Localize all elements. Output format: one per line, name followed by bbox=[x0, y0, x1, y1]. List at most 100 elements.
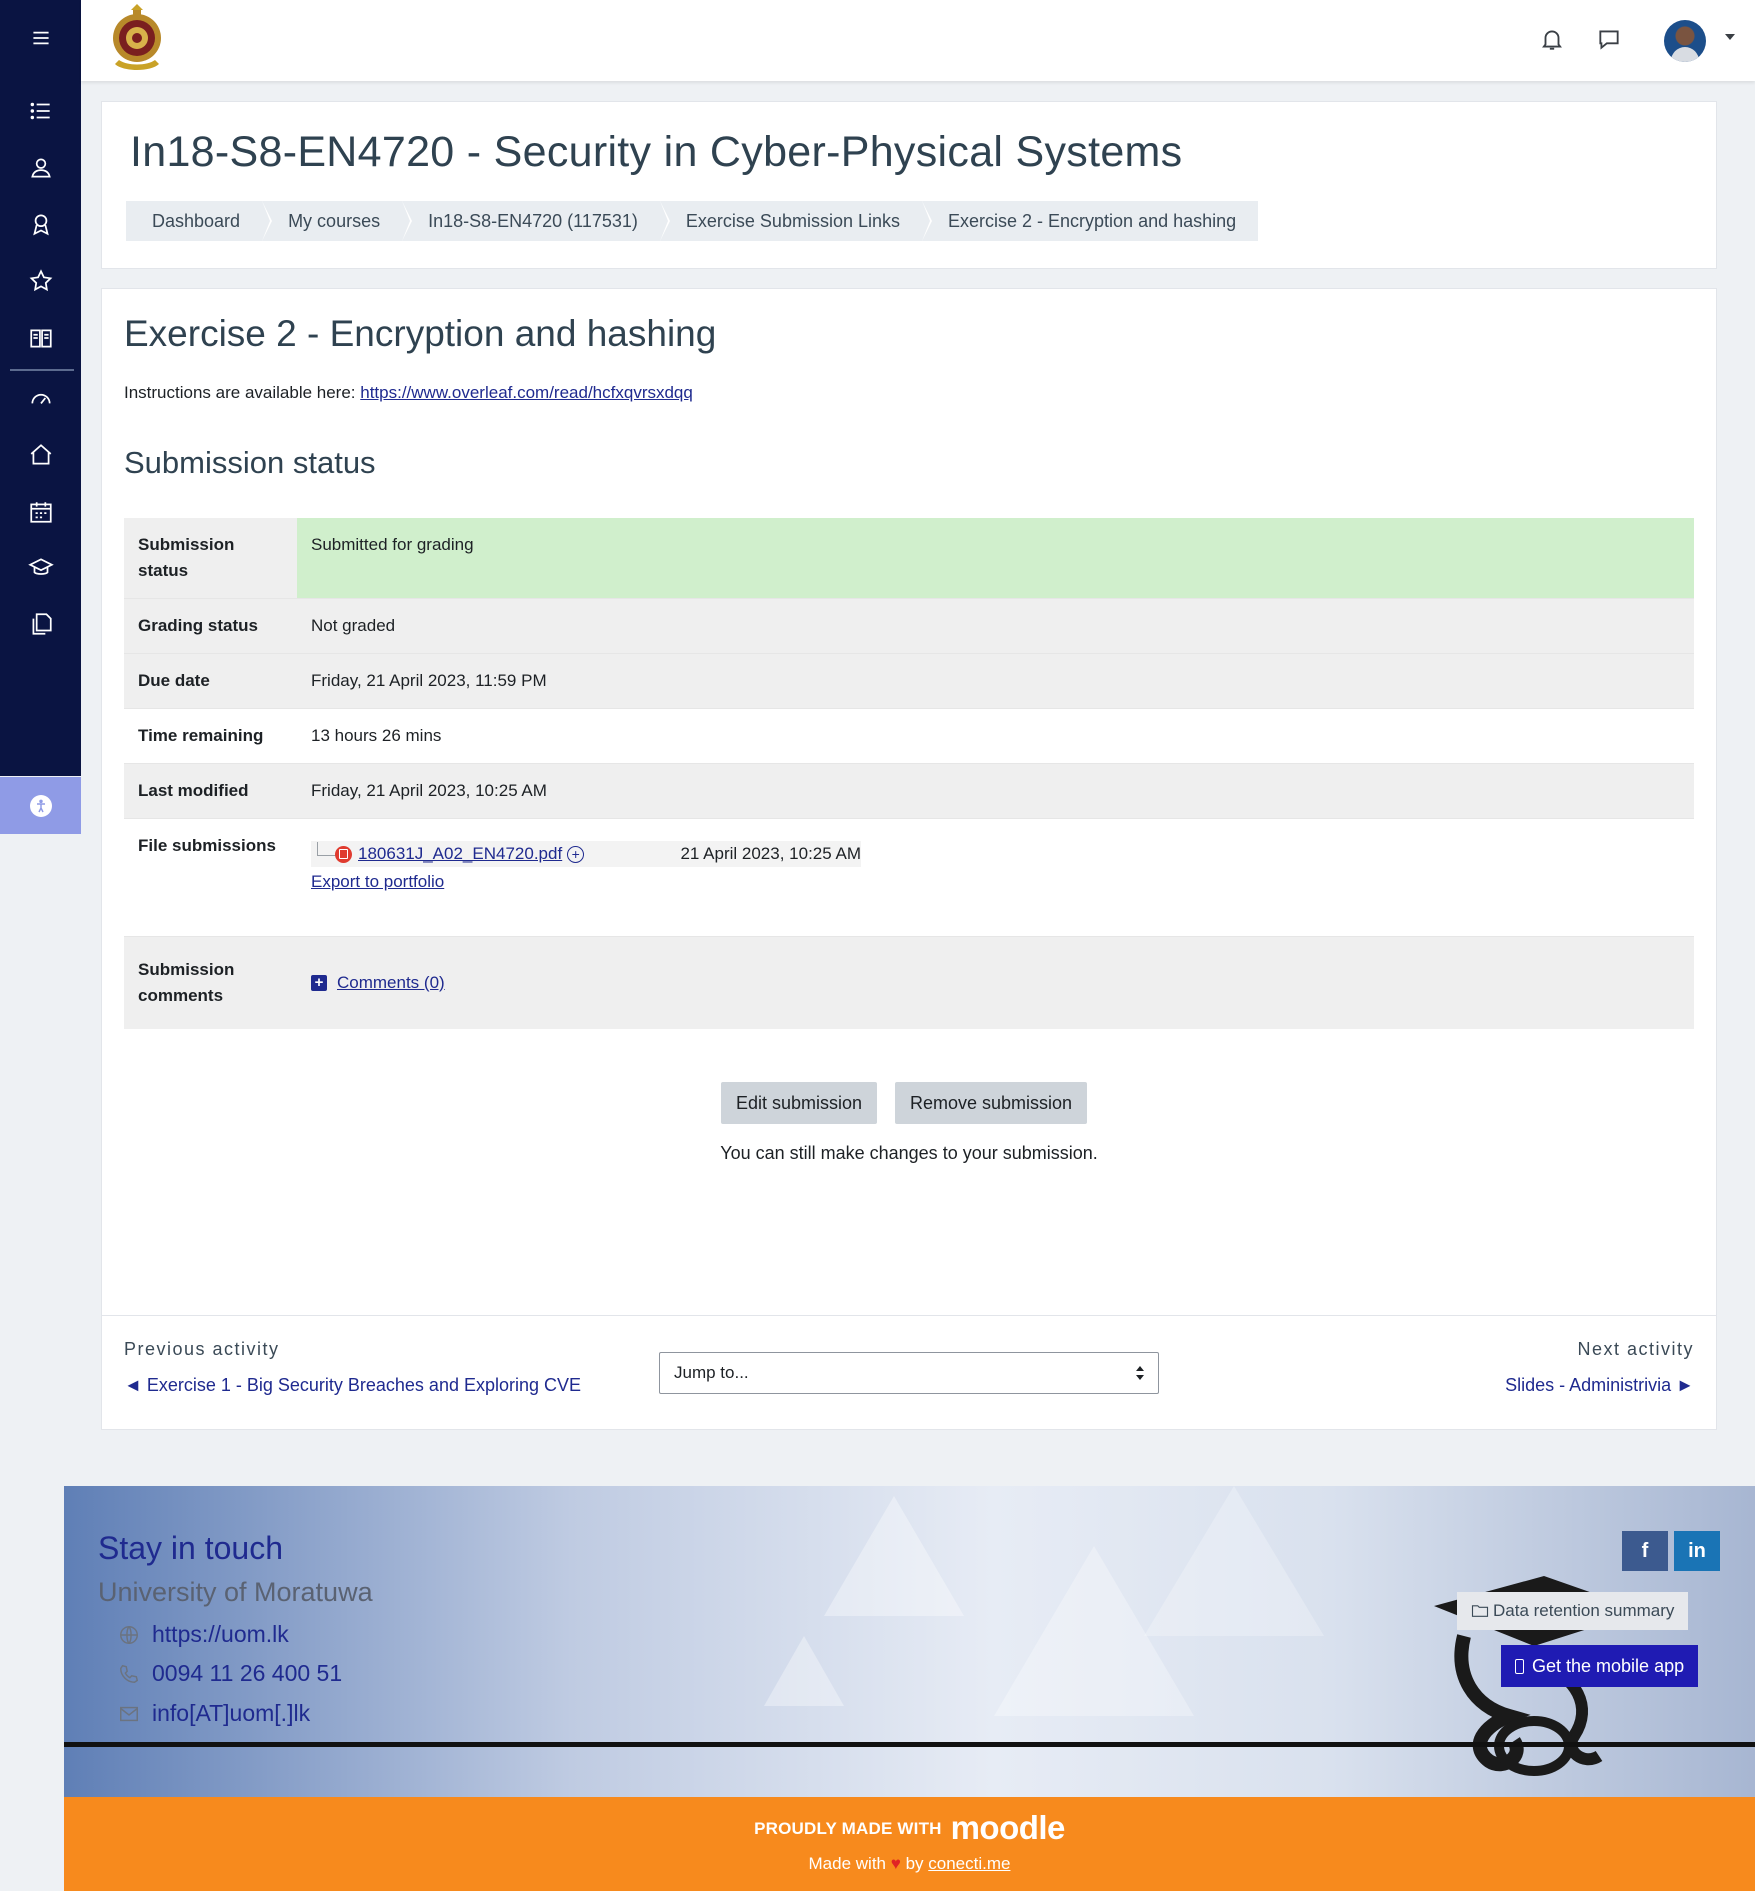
comments-cell: + Comments (0) bbox=[297, 937, 1694, 1029]
row-label: File submissions bbox=[138, 836, 276, 855]
table-row: Submission status Submitted for grading bbox=[124, 518, 1694, 599]
email-address[interactable]: info[AT]uom[.]lk bbox=[152, 1700, 310, 1727]
rail-dashboard-button[interactable] bbox=[0, 376, 81, 420]
left-rail bbox=[0, 0, 81, 834]
file-link[interactable]: 180631J_A02_EN4720.pdf bbox=[358, 841, 562, 867]
made-by-text: by bbox=[905, 1854, 924, 1873]
table-row: Grading status Not graded bbox=[124, 598, 1694, 654]
data-retention-link[interactable]: Data retention summary bbox=[1457, 1592, 1689, 1630]
plus-circle-icon[interactable]: + bbox=[567, 845, 585, 863]
hamburger-menu-button[interactable] bbox=[0, 16, 81, 60]
phone-number[interactable]: 0094 11 26 400 51 bbox=[152, 1660, 342, 1687]
rail-participants-button[interactable] bbox=[0, 146, 81, 190]
university-name: University of Moratuwa bbox=[98, 1577, 373, 1607]
star-icon bbox=[29, 269, 52, 292]
facebook-icon: f bbox=[1641, 1539, 1649, 1562]
table-row: File submissions 180631J_A02_EN4720.pdf … bbox=[124, 818, 1694, 937]
user-badge-icon bbox=[30, 158, 51, 178]
breadcrumb-current[interactable]: Exercise 2 - Encryption and hashing bbox=[922, 201, 1258, 241]
moodle-logo[interactable]: moodle bbox=[951, 1809, 1066, 1846]
graduation-cap-icon bbox=[27, 558, 54, 575]
grading-status-value: Not graded bbox=[311, 616, 396, 635]
file-submissions-cell: 180631J_A02_EN4720.pdf + 21 April 2023, … bbox=[297, 819, 1694, 937]
envelope-icon bbox=[120, 1706, 138, 1721]
chevron-down-icon[interactable] bbox=[1725, 34, 1735, 40]
remove-submission-button[interactable]: Remove submission bbox=[895, 1082, 1088, 1124]
row-label: Due date bbox=[138, 671, 210, 690]
list-icon bbox=[30, 102, 50, 120]
breadcrumb-my-courses[interactable]: My courses bbox=[262, 201, 413, 241]
next-activity-label: Next activity bbox=[1577, 1339, 1694, 1359]
heart-icon: ♥ bbox=[890, 1854, 901, 1873]
expand-plus-icon[interactable]: + bbox=[311, 974, 327, 991]
stay-in-touch-heading: Stay in touch bbox=[98, 1530, 283, 1566]
award-icon bbox=[32, 214, 49, 236]
calendar-icon bbox=[29, 502, 52, 523]
row-label: Last modified bbox=[138, 781, 249, 800]
select-arrows-icon bbox=[1136, 1366, 1144, 1380]
facebook-button[interactable]: f bbox=[1622, 1531, 1668, 1571]
folder-icon bbox=[1471, 1605, 1489, 1617]
pdf-icon bbox=[335, 845, 352, 863]
email-contact[interactable]: info[AT]uom[.]lk bbox=[118, 1700, 310, 1727]
previous-activity-link[interactable]: ◄ Exercise 1 - Big Security Breaches and… bbox=[124, 1375, 581, 1396]
rail-home-button[interactable] bbox=[0, 433, 81, 477]
row-label: Grading status bbox=[138, 616, 258, 635]
rail-calendar-button[interactable] bbox=[0, 490, 81, 534]
linkedin-icon: in bbox=[1688, 1539, 1706, 1562]
breadcrumb-course[interactable]: In18-S8-EN4720 (117531) bbox=[402, 201, 670, 241]
jump-to-select[interactable]: Jump to... bbox=[659, 1352, 1159, 1394]
last-modified-value: Friday, 21 April 2023, 10:25 AM bbox=[311, 781, 547, 800]
university-logo[interactable] bbox=[107, 2, 167, 78]
course-header: In18-S8-EN4720 - Security in Cyber-Physi… bbox=[101, 101, 1717, 269]
decor-triangle bbox=[1144, 1486, 1324, 1636]
hamburger-icon bbox=[32, 31, 49, 45]
bell-icon bbox=[1542, 30, 1562, 50]
submission-status-table: Submission status Submitted for grading … bbox=[124, 518, 1694, 1029]
row-label: Time remaining bbox=[138, 726, 264, 745]
comments-link[interactable]: Comments (0) bbox=[337, 970, 445, 996]
rail-my-courses-button[interactable] bbox=[0, 546, 81, 590]
messages-button[interactable] bbox=[1592, 22, 1626, 56]
activity-title: Exercise 2 - Encryption and hashing bbox=[124, 313, 717, 354]
export-to-portfolio-link[interactable]: Export to portfolio bbox=[311, 869, 444, 895]
accessibility-button[interactable] bbox=[0, 777, 81, 834]
user-avatar[interactable] bbox=[1664, 20, 1706, 62]
globe-icon bbox=[120, 1625, 138, 1644]
notifications-button[interactable] bbox=[1535, 22, 1569, 56]
changes-note: You can still make changes to your submi… bbox=[720, 1143, 1098, 1163]
previous-activity-label: Previous activity bbox=[124, 1339, 280, 1359]
rail-grades-button[interactable] bbox=[0, 316, 81, 360]
rail-private-files-button[interactable] bbox=[0, 602, 81, 646]
files-icon bbox=[32, 613, 52, 635]
course-title: In18-S8-EN4720 - Security in Cyber-Physi… bbox=[130, 128, 1183, 176]
rail-course-index-button[interactable] bbox=[0, 89, 81, 133]
rail-badges-button[interactable] bbox=[0, 202, 81, 246]
breadcrumb-section[interactable]: Exercise Submission Links bbox=[660, 201, 933, 241]
website-link[interactable]: https://uom.lk bbox=[152, 1621, 289, 1648]
due-date-value: Friday, 21 April 2023, 11:59 PM bbox=[311, 671, 547, 690]
rail-competencies-button[interactable] bbox=[0, 259, 81, 303]
edit-submission-button[interactable]: Edit submission bbox=[721, 1082, 878, 1124]
conecti-link[interactable]: conecti.me bbox=[928, 1854, 1010, 1873]
decor-triangle bbox=[764, 1636, 844, 1706]
linkedin-button[interactable]: in bbox=[1674, 1531, 1720, 1571]
breadcrumb-dashboard[interactable]: Dashboard bbox=[126, 201, 273, 241]
get-mobile-app-button[interactable]: Get the mobile app bbox=[1501, 1645, 1699, 1687]
table-row: Time remaining 13 hours 26 mins bbox=[124, 708, 1694, 764]
data-retention-label: Data retention summary bbox=[1493, 1601, 1675, 1620]
intro-text: Instructions are available here: bbox=[124, 383, 361, 402]
activity-intro: Instructions are available here: https:/… bbox=[124, 383, 693, 403]
table-row: Last modified Friday, 21 April 2023, 10:… bbox=[124, 763, 1694, 819]
table-row: Submission comments + Comments (0) bbox=[124, 936, 1694, 1029]
instructions-link[interactable]: https://www.overleaf.com/read/hcfxqvrsxd… bbox=[360, 383, 693, 402]
made-with-credit: Made with ♥ by conecti.me bbox=[64, 1854, 1755, 1874]
next-activity-link[interactable]: Slides - Administrivia ► bbox=[1505, 1375, 1694, 1396]
file-item: 180631J_A02_EN4720.pdf + 21 April 2023, … bbox=[311, 841, 861, 867]
book-icon bbox=[29, 329, 52, 348]
file-date: 21 April 2023, 10:25 AM bbox=[680, 844, 861, 863]
website-contact[interactable]: https://uom.lk bbox=[118, 1621, 289, 1648]
proudly-text: PROUDLY MADE WITH bbox=[754, 1819, 942, 1838]
phone-contact[interactable]: 0094 11 26 400 51 bbox=[118, 1660, 342, 1687]
dashboard-icon bbox=[30, 393, 51, 404]
